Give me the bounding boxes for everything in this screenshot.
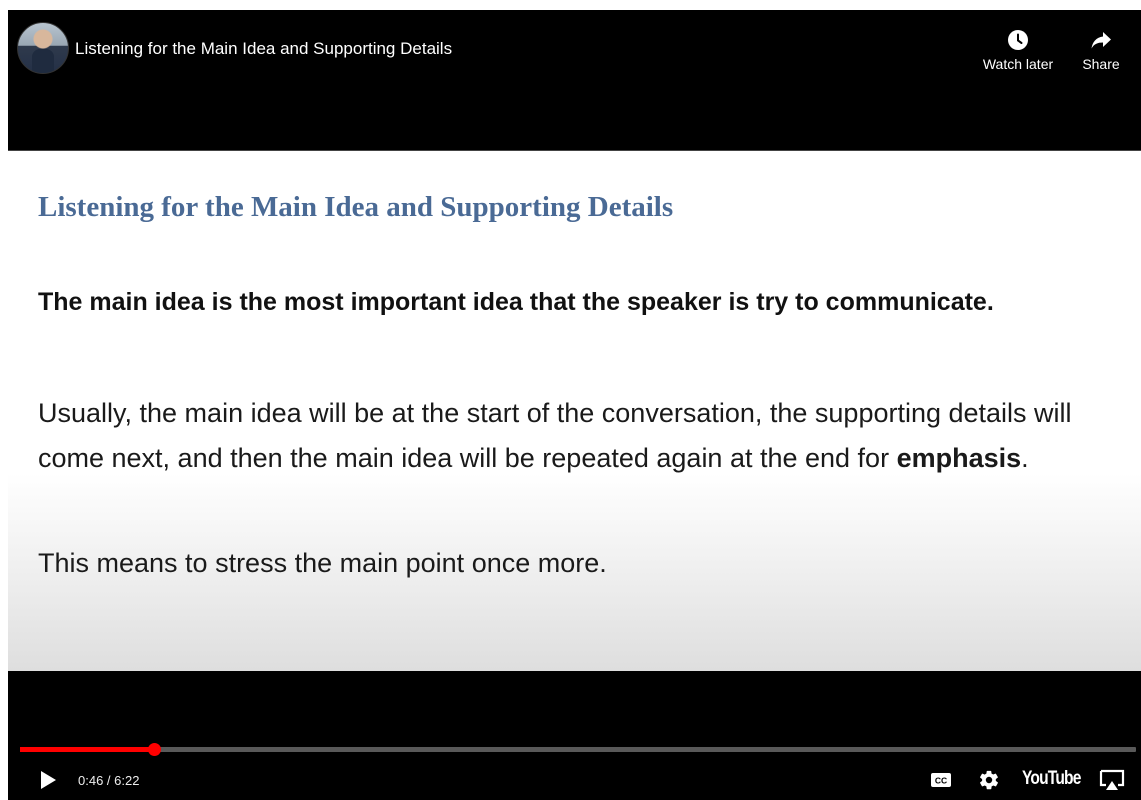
share-button[interactable]: Share	[1078, 28, 1124, 72]
video-frame-slide[interactable]: Listening for the Main Idea and Supporti…	[8, 150, 1141, 671]
settings-button[interactable]	[978, 768, 1000, 792]
gear-icon	[980, 770, 998, 790]
svg-text:CC: CC	[935, 776, 947, 786]
video-title[interactable]: Listening for the Main Idea and Supporti…	[75, 38, 452, 60]
slide-heading: Listening for the Main Idea and Supporti…	[38, 191, 674, 223]
play-button[interactable]	[36, 768, 60, 792]
player-top-bar: Listening for the Main Idea and Supporti…	[8, 10, 1141, 90]
watch-later-label: Watch later	[982, 56, 1054, 72]
slide-note: This means to stress the main point once…	[38, 548, 607, 578]
video-player[interactable]: Listening for the Main Idea and Supporti…	[8, 10, 1141, 800]
progress-bar[interactable]	[20, 743, 1136, 756]
watch-later-button[interactable]: Watch later	[978, 28, 1058, 72]
airplay-button[interactable]	[1098, 768, 1126, 792]
slide-emphasis-word: emphasis	[896, 443, 1022, 473]
airplay-icon	[1099, 769, 1125, 790]
slide-main-idea: The main idea is the most important idea…	[38, 288, 994, 316]
youtube-logo[interactable]: YouTube	[1022, 767, 1081, 791]
slide-paragraph: Usually, the main idea will be at the st…	[38, 391, 1123, 481]
player-controls: 0:46 / 6:22 CC YouTube	[8, 760, 1141, 800]
progress-bar-played	[20, 747, 155, 752]
clock-icon	[1008, 30, 1028, 50]
share-label: Share	[1082, 56, 1120, 72]
closed-captions-icon: CC	[931, 773, 951, 787]
progress-scrubber-handle[interactable]	[148, 743, 162, 756]
closed-captions-button[interactable]: CC	[930, 768, 952, 792]
play-icon	[41, 771, 56, 789]
share-arrow-icon	[1091, 32, 1111, 49]
slide-paragraph-end: .	[1021, 443, 1029, 473]
time-display: 0:46 / 6:22	[78, 773, 140, 788]
channel-avatar[interactable]	[17, 22, 69, 74]
